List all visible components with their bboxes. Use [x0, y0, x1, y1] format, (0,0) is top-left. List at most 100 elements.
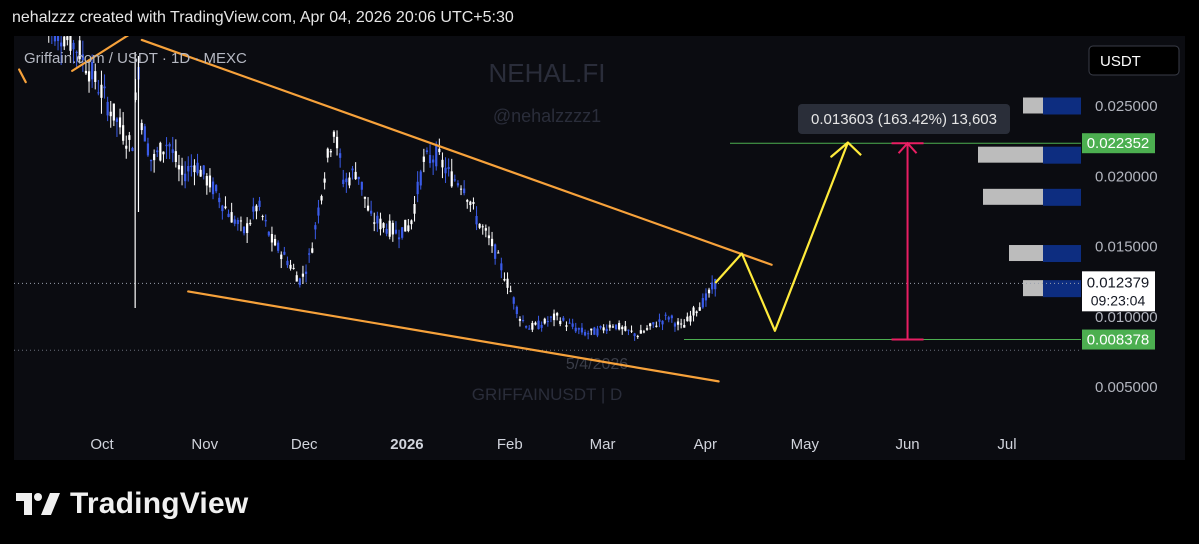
candle-body — [391, 222, 394, 235]
candle-body — [652, 322, 655, 325]
candle-body — [339, 153, 342, 158]
candle-body — [661, 320, 664, 325]
candle-body — [270, 234, 274, 243]
candle-body — [329, 150, 332, 153]
candle-body — [506, 278, 509, 288]
y-tick-label: 0.025000 — [1095, 98, 1158, 115]
trendline-lower-channel — [187, 290, 720, 383]
candle-body — [655, 325, 658, 327]
candle-body — [642, 331, 646, 333]
candle-body — [72, 42, 75, 50]
candle-body — [484, 228, 487, 231]
candle-body — [444, 167, 447, 174]
volume-profile-bar-buy — [1043, 280, 1081, 298]
candle-body — [407, 225, 410, 232]
candle-body — [416, 181, 419, 195]
candle-body — [242, 226, 246, 234]
volume-profile-bar-buy — [1043, 97, 1081, 115]
candle-body — [264, 219, 267, 222]
candle-body — [348, 177, 351, 186]
x-tick-label: Mar — [590, 436, 616, 453]
candle-body — [658, 319, 661, 322]
candle-body — [590, 328, 593, 331]
price-chart[interactable]: NEHAL.FI@nehalzzzz1GRIFFAINUSDT | D5/4/2… — [14, 36, 1185, 460]
candle-body — [351, 168, 354, 171]
candle-body — [118, 117, 122, 128]
projection-path — [714, 141, 862, 332]
chart-panel[interactable]: NEHAL.FI @nehalzzzz1 GRIFFAINUSDT | D 5/4/2… — [14, 36, 1185, 460]
candle-body — [301, 273, 305, 277]
candle-body — [543, 318, 546, 324]
candle-body — [252, 206, 255, 212]
candle-body — [159, 142, 162, 161]
candle-body — [106, 101, 109, 116]
candle-body — [236, 220, 239, 225]
candle-body — [292, 267, 295, 269]
candle-body — [531, 322, 534, 330]
candle-body — [289, 264, 292, 269]
candle-body — [680, 323, 683, 325]
candle-body — [401, 227, 404, 238]
candle-body — [249, 222, 252, 225]
candle-body — [143, 126, 146, 142]
level-badge-label-target: 0.022352 — [1087, 135, 1150, 152]
tradingview-brand[interactable]: TradingView — [16, 487, 248, 521]
trendline-left-edge-stub — [18, 68, 27, 84]
y-tick-label: 0.005000 — [1095, 379, 1158, 396]
candle-body — [711, 282, 714, 290]
candle-body — [246, 223, 249, 234]
tradingview-logo-icon — [16, 493, 60, 515]
candle-body — [230, 212, 233, 223]
candle-body — [537, 320, 540, 330]
volume-profile-bar-buy — [1043, 146, 1081, 164]
candle-body — [605, 328, 608, 332]
candle-body — [304, 271, 308, 274]
candle-body — [153, 153, 156, 161]
candle-body — [224, 206, 227, 209]
candle-body — [487, 235, 491, 239]
candle-body — [438, 148, 441, 153]
candle-body — [376, 215, 379, 224]
candle-body — [630, 330, 633, 332]
candle-body — [583, 332, 587, 336]
candle-body — [345, 178, 348, 183]
candle-body — [208, 175, 212, 188]
candle-body — [456, 183, 460, 186]
candle-body — [432, 159, 435, 163]
candle-body — [165, 144, 168, 147]
candle-body — [645, 328, 649, 330]
candle-body — [481, 226, 484, 228]
candle-body — [695, 311, 698, 314]
watermark-handle: @nehalzzzz1 — [493, 106, 601, 126]
candle-body — [360, 181, 363, 190]
candle-body — [410, 220, 413, 225]
candle-body — [177, 165, 181, 170]
candle-body — [109, 111, 112, 117]
candle-body — [363, 196, 367, 199]
candle-body — [596, 328, 599, 336]
candle-body — [608, 324, 611, 328]
candle-body — [298, 278, 301, 286]
candle-body — [97, 92, 100, 94]
currency-label: USDT — [1100, 53, 1141, 70]
candle-body — [528, 328, 531, 330]
candle-body — [193, 165, 196, 173]
candle-body — [571, 323, 574, 327]
candle-body — [112, 103, 115, 121]
candle-body — [419, 171, 422, 186]
candle-body — [639, 330, 642, 334]
candle-body — [267, 231, 270, 236]
watermark-symbol: GRIFFAINUSDT | D — [472, 385, 623, 404]
candle-body — [621, 326, 624, 330]
x-tick-label: Feb — [497, 436, 523, 453]
candle-body — [552, 313, 556, 321]
candle-body — [379, 218, 382, 230]
candle-body — [385, 228, 388, 234]
candle-body — [131, 147, 134, 151]
candle-body — [565, 325, 568, 327]
candle-body — [472, 201, 475, 204]
candle-body — [683, 324, 686, 328]
candle-body — [190, 165, 193, 168]
candle-body — [664, 314, 667, 316]
candle-body — [627, 329, 630, 331]
